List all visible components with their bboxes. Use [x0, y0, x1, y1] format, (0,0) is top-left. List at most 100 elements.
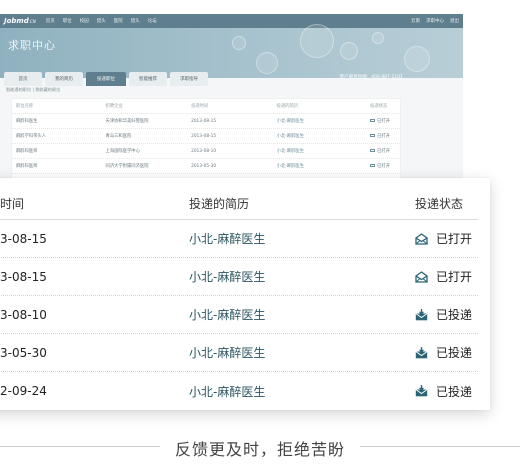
apply-date: 2-09-24 — [0, 384, 47, 398]
decor-circle — [300, 24, 334, 58]
apply-date: 2013-08-15 — [191, 118, 217, 124]
decor-circle — [404, 46, 430, 72]
decor-circle — [256, 52, 278, 74]
table-row: 麻醉科医师 上海国际医学中心 2013-08-10 小北-麻醉医生 已打开 — [12, 144, 400, 159]
decor-circle — [340, 42, 358, 60]
table-header-row: 时间 投递的简历 投递状态 — [0, 188, 478, 220]
resume-link[interactable]: 小北-麻醉医生 — [189, 344, 265, 361]
nav-item[interactable]: 猎头 — [131, 18, 140, 24]
table-header-row: 职位名称 招聘企业 投递时间 投递的简历 投递状态 — [12, 99, 400, 114]
resume-link[interactable]: 小北-麻醉医生 — [189, 268, 265, 285]
table-row: 2-09-24 小北-麻醉医生 已投递 — [0, 372, 478, 410]
status-cell: 已打开 — [415, 230, 472, 247]
status-cell: 已打开 — [366, 163, 400, 169]
resume-link[interactable]: 小北-麻醉医生 — [273, 133, 367, 139]
job-title-link[interactable]: 麻醉科医师 — [12, 163, 102, 169]
status-text: 已投递 — [436, 384, 473, 399]
envelope-open-icon — [370, 133, 376, 138]
job-title-link[interactable]: 麻醉学科带头人 — [12, 133, 102, 139]
tab-home[interactable]: 首页 — [4, 72, 42, 86]
status-cell: 已投递 — [415, 344, 472, 361]
envelope-arrow-icon — [415, 346, 428, 358]
caption: 反馈更及时，拒绝苦盼 — [0, 436, 520, 460]
envelope-open-icon — [370, 148, 376, 153]
site-logo[interactable]: Jobmd.CN — [4, 17, 36, 25]
resume-link[interactable]: 小北-麻醉医生 — [273, 118, 367, 124]
envelope-arrow-icon — [415, 308, 428, 320]
resume-link[interactable]: 小北-麻醉医生 — [189, 230, 265, 247]
status-cell: 已打开 — [366, 133, 400, 139]
status-cell: 已投递 — [415, 383, 472, 400]
apply-date: 3-08-15 — [0, 231, 47, 246]
resume-link[interactable]: 小北-麻醉医生 — [273, 148, 367, 154]
table-row: 麻醉科医生 天津协和华美妇婴医院 2013-08-15 小北-麻醉医生 已打开 — [12, 114, 400, 129]
status-cell: 已打开 — [415, 268, 472, 285]
table-row: 3-08-15 小北-麻醉医生 已打开 — [0, 258, 478, 296]
column-header: 招聘企业 — [105, 104, 123, 109]
apply-date: 2013-08-15 — [191, 133, 217, 139]
envelope-arrow-icon — [415, 385, 428, 397]
table-row: 3-08-10 小北-麻醉医生 已投递 — [0, 296, 478, 334]
decor-circle — [372, 32, 384, 44]
column-header: 投递的简历 — [276, 104, 299, 109]
nav-item[interactable]: 职位 — [63, 18, 72, 24]
envelope-open-icon — [415, 232, 428, 245]
promo-screenshot: Jobmd.CN 首页 职位 校园 猎头 医院 猎头 论坛 云南 求职中心 退出… — [0, 0, 520, 471]
status-text: 已投递 — [436, 346, 473, 360]
nav-right-item[interactable]: 求职中心 — [426, 18, 444, 24]
nav-item[interactable]: 首页 — [46, 18, 55, 24]
column-header-resume: 投递的简历 — [189, 197, 250, 211]
tab-job-guide[interactable]: 求职指导 — [170, 72, 208, 86]
resume-link[interactable]: 小北-麻醉医生 — [189, 306, 265, 323]
status-cell: 已投递 — [415, 306, 472, 323]
column-header: 投递时间 — [191, 104, 209, 109]
background-page: Jobmd.CN 首页 职位 校园 猎头 医院 猎头 论坛 云南 求职中心 退出… — [0, 14, 463, 204]
page-title: 求职中心 — [8, 39, 56, 52]
envelope-open-icon — [370, 118, 376, 123]
nav-item[interactable]: 论坛 — [148, 18, 157, 24]
tab-applied-jobs[interactable]: 投递职位 — [86, 72, 126, 86]
column-header: 投递状态 — [370, 104, 388, 109]
nav-right-item[interactable]: 云南 — [411, 18, 420, 24]
breadcrumb: 智能通的职位 | 我收藏的职位 — [6, 87, 61, 92]
status-text: 已投递 — [436, 308, 473, 322]
column-header-time: 时间 — [0, 197, 25, 211]
status-cell: 已打开 — [366, 148, 400, 154]
company-link[interactable]: 同济大学附属同济医院 — [102, 163, 188, 169]
table-row: 3-05-30 小北-麻醉医生 已投递 — [0, 334, 478, 372]
company-link[interactable]: 青岛三和医院 — [102, 133, 188, 139]
nav-item[interactable]: 猎头 — [97, 18, 106, 24]
caption-text: 反馈更及时，拒绝苦盼 — [164, 440, 355, 459]
decor-circle — [232, 36, 246, 50]
apply-date: 2013-05-30 — [191, 163, 217, 169]
resume-link[interactable]: 小北-麻醉医生 — [189, 383, 265, 400]
status-cell: 已打开 — [366, 118, 400, 124]
hotline-text: 客户服务热线：400-887-1101 — [339, 75, 403, 80]
tab-bar: 首页 我的简历 投递职位 智能推荐 求职指导 — [0, 72, 208, 86]
envelope-open-icon — [370, 163, 376, 168]
nav-item[interactable]: 校园 — [80, 18, 89, 24]
table-row: 麻醉科医师 同济大学附属同济医院 2013-05-30 小北-麻醉医生 已打开 — [12, 159, 400, 174]
tab-my-resume[interactable]: 我的简历 — [45, 72, 83, 86]
column-header: 职位名称 — [16, 104, 34, 109]
apply-date: 3-05-30 — [0, 345, 47, 360]
company-link[interactable]: 上海国际医学中心 — [102, 148, 188, 154]
nav-item[interactable]: 医院 — [114, 18, 123, 24]
company-link[interactable]: 天津协和华美妇婴医院 — [102, 118, 188, 124]
job-title-link[interactable]: 麻醉科医生 — [12, 118, 102, 124]
resume-link[interactable]: 小北-麻醉医生 — [273, 163, 367, 169]
status-text: 已打开 — [436, 232, 473, 246]
envelope-open-icon — [415, 270, 428, 283]
zoomed-status-card: 时间 投递的简历 投递状态 3-08-15 小北-麻醉医生 已打开 3-08-1… — [0, 178, 490, 410]
apply-date: 3-08-15 — [0, 269, 47, 284]
page-banner: 求职中心 客户服务热线：400-887-1101 首页 我的简历 投递职位 智能… — [0, 24, 463, 86]
nav-right-item[interactable]: 退出 — [450, 18, 459, 24]
apply-date: 2013-08-10 — [191, 148, 217, 154]
table-row: 麻醉学科带头人 青岛三和医院 2013-08-15 小北-麻醉医生 已打开 — [12, 129, 400, 144]
top-nav: Jobmd.CN 首页 职位 校园 猎头 医院 猎头 论坛 云南 求职中心 退出 — [0, 14, 463, 28]
job-title-link[interactable]: 麻醉科医师 — [12, 148, 102, 154]
table-row: 3-08-15 小北-麻醉医生 已打开 — [0, 220, 478, 258]
status-text: 已打开 — [436, 270, 473, 284]
column-header-status: 投递状态 — [415, 197, 464, 211]
tab-smart-recommend[interactable]: 智能推荐 — [129, 72, 167, 86]
